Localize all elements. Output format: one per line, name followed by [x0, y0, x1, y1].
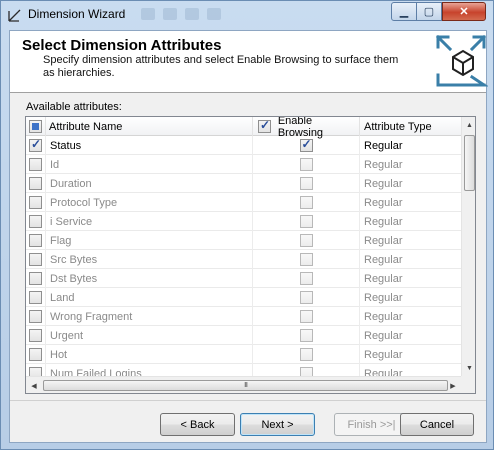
row-select-checkbox[interactable] [26, 193, 46, 212]
back-button[interactable]: < Back [160, 413, 235, 436]
column-header-attribute-type[interactable]: Attribute Type [360, 117, 461, 136]
attribute-name-cell: i Service [46, 212, 253, 231]
scroll-up-arrow-icon[interactable]: ▲ [462, 117, 475, 133]
column-header-attribute-name[interactable]: Attribute Name [46, 117, 253, 136]
attribute-type-cell[interactable]: Regular [360, 288, 461, 307]
select-all-checkbox[interactable] [26, 117, 46, 136]
row-select-checkbox[interactable] [26, 136, 46, 155]
attribute-name-cell: Land [46, 288, 253, 307]
scroll-left-arrow-icon[interactable]: ◀ [26, 377, 42, 393]
attribute-type-cell[interactable]: Regular [360, 174, 461, 193]
dimension-wizard-window: Dimension Wizard ▁ ▢ ✕ Select Dimension … [0, 0, 494, 450]
page-description: Specify dimension attributes and select … [43, 54, 399, 79]
attribute-type-cell[interactable]: Regular [360, 193, 461, 212]
row-select-checkbox[interactable] [26, 174, 46, 193]
attribute-name-cell: Urgent [46, 326, 253, 345]
attribute-type-cell[interactable]: Regular [360, 212, 461, 231]
row-select-checkbox[interactable] [26, 212, 46, 231]
titlebar-ghost-icons [141, 8, 261, 22]
wizard-app-icon [8, 9, 21, 22]
attribute-name-cell: Status [46, 136, 253, 155]
table-row[interactable]: Wrong Fragment Regular [26, 307, 461, 326]
dimension-cube-icon [435, 34, 488, 87]
table-row[interactable]: i Service Regular [26, 212, 461, 231]
row-select-checkbox[interactable] [26, 231, 46, 250]
table-row[interactable]: Protocol Type Regular [26, 193, 461, 212]
scroll-down-arrow-icon[interactable]: ▼ [462, 360, 475, 376]
enable-browsing-checkbox[interactable] [253, 345, 360, 364]
wizard-header: Select Dimension Attributes Specify dime… [10, 31, 488, 93]
table-row[interactable]: Id Regular [26, 155, 461, 174]
available-attributes-label: Available attributes: [26, 101, 122, 113]
enable-browsing-checkbox[interactable] [253, 212, 360, 231]
minimize-button[interactable]: ▁ [391, 2, 417, 21]
enable-browsing-checkbox[interactable] [253, 174, 360, 193]
column-header-enable-browsing[interactable]: Enable Browsing [253, 117, 360, 139]
table-row[interactable]: Urgent Regular [26, 326, 461, 345]
row-select-checkbox[interactable] [26, 326, 46, 345]
scrollbar-corner [461, 376, 475, 393]
next-button[interactable]: Next > [240, 413, 315, 436]
row-select-checkbox[interactable] [26, 250, 46, 269]
footer-divider [10, 400, 486, 401]
attribute-type-cell[interactable]: Regular [360, 136, 461, 155]
wizard-client-area: Select Dimension Attributes Specify dime… [9, 30, 488, 443]
enable-browsing-checkbox[interactable] [253, 326, 360, 345]
attribute-type-cell[interactable]: Regular [360, 326, 461, 345]
table-row[interactable]: Dst Bytes Regular [26, 269, 461, 288]
attribute-type-cell[interactable]: Regular [360, 155, 461, 174]
page-title: Select Dimension Attributes [22, 37, 222, 54]
table-row[interactable]: Duration Regular [26, 174, 461, 193]
table-row[interactable]: Land Regular [26, 288, 461, 307]
attribute-name-cell: Duration [46, 174, 253, 193]
table-row[interactable]: Status Regular [26, 136, 461, 155]
close-button[interactable]: ✕ [442, 2, 486, 21]
vertical-scrollbar[interactable]: ▲ ▼ [461, 117, 475, 376]
attribute-type-cell[interactable]: Regular [360, 345, 461, 364]
attribute-name-cell: Protocol Type [46, 193, 253, 212]
table-row[interactable]: Flag Regular [26, 231, 461, 250]
window-title: Dimension Wizard [28, 7, 126, 21]
enable-browsing-checkbox[interactable] [253, 193, 360, 212]
grid-rows: StatusRegularIdRegularDurationRegularPro… [26, 136, 461, 383]
row-select-checkbox[interactable] [26, 269, 46, 288]
title-bar[interactable]: Dimension Wizard ▁ ▢ ✕ [1, 1, 493, 29]
enable-browsing-checkbox[interactable] [253, 288, 360, 307]
grid-header: Attribute Name Enable Browsing Attribute… [26, 117, 461, 139]
table-row[interactable]: Src Bytes Regular [26, 250, 461, 269]
attribute-name-cell: Dst Bytes [46, 269, 253, 288]
row-select-checkbox[interactable] [26, 288, 46, 307]
horizontal-scrollbar[interactable]: ◀ III ▶ [26, 376, 461, 393]
vertical-scroll-thumb[interactable] [464, 135, 475, 191]
finish-button[interactable]: Finish >>| [334, 413, 409, 436]
attribute-type-cell[interactable]: Regular [360, 307, 461, 326]
attribute-type-cell[interactable]: Regular [360, 269, 461, 288]
enable-browsing-all-checkbox[interactable] [258, 118, 271, 133]
attribute-name-cell: Hot [46, 345, 253, 364]
attribute-type-cell[interactable]: Regular [360, 231, 461, 250]
table-row[interactable]: Hot Regular [26, 345, 461, 364]
attribute-name-cell: Flag [46, 231, 253, 250]
attribute-name-cell: Wrong Fragment [46, 307, 253, 326]
scroll-right-arrow-icon[interactable]: ▶ [445, 377, 461, 393]
attributes-grid[interactable]: Attribute Name Enable Browsing Attribute… [25, 116, 476, 394]
attribute-name-cell: Src Bytes [46, 250, 253, 269]
enable-browsing-checkbox[interactable] [253, 155, 360, 174]
enable-browsing-checkbox[interactable] [253, 307, 360, 326]
enable-browsing-checkbox[interactable] [253, 231, 360, 250]
row-select-checkbox[interactable] [26, 307, 46, 326]
cancel-button[interactable]: Cancel [400, 413, 474, 436]
enable-browsing-checkbox[interactable] [253, 269, 360, 288]
attribute-type-cell[interactable]: Regular [360, 250, 461, 269]
enable-browsing-checkbox[interactable] [253, 250, 360, 269]
enable-browsing-checkbox[interactable] [253, 136, 360, 155]
maximize-button[interactable]: ▢ [417, 2, 442, 21]
attribute-name-cell: Id [46, 155, 253, 174]
row-select-checkbox[interactable] [26, 345, 46, 364]
row-select-checkbox[interactable] [26, 155, 46, 174]
horizontal-scroll-thumb[interactable]: III [43, 380, 448, 391]
